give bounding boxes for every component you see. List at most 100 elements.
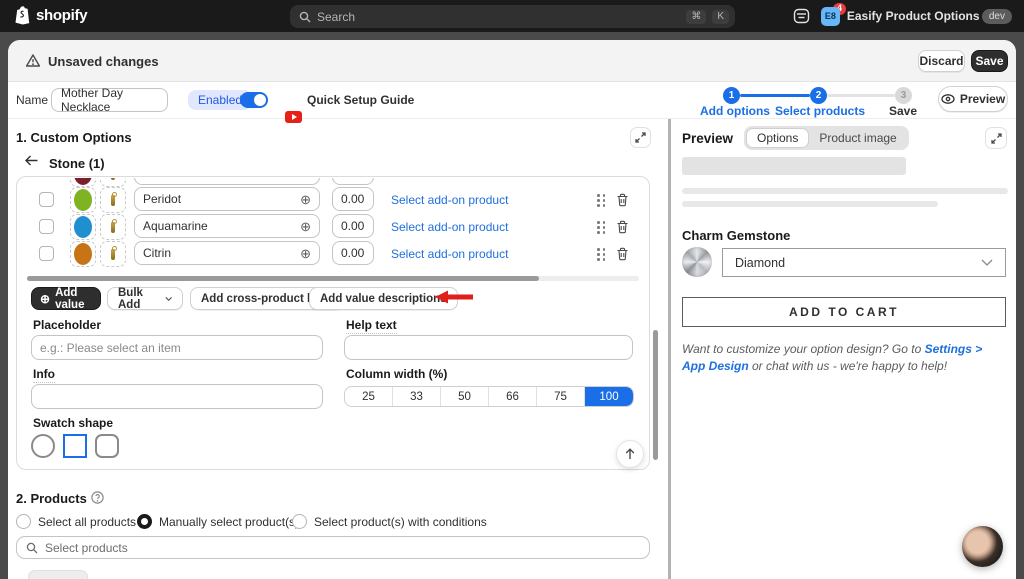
radio-conditions[interactable] xyxy=(292,514,307,529)
name-label: Name xyxy=(16,93,48,107)
value-row: Aquamarine⊕ 0.00 Select add-on product xyxy=(18,214,648,240)
value-name-input[interactable]: Citrin⊕ xyxy=(134,241,320,265)
delete-icon[interactable] xyxy=(616,247,629,261)
add-to-cart-button[interactable]: ADD TO CART xyxy=(682,297,1006,327)
placeholder-label: Placeholder xyxy=(33,318,101,332)
width-option-66[interactable]: 66 xyxy=(489,387,537,406)
values-hscroll-thumb[interactable] xyxy=(27,276,539,281)
row-checkbox[interactable] xyxy=(39,219,54,234)
option-breadcrumb[interactable]: Stone (1) xyxy=(49,156,105,171)
row-checkbox[interactable] xyxy=(39,192,54,207)
preview-button[interactable]: Preview xyxy=(938,86,1008,112)
skeleton-bar-line2 xyxy=(682,201,938,207)
tab-options[interactable]: Options xyxy=(746,128,809,148)
width-option-100[interactable]: 100 xyxy=(585,387,633,406)
swatch-shape-circle[interactable] xyxy=(31,434,55,458)
discard-button[interactable]: Discard xyxy=(918,50,965,72)
value-name-input[interactable]: Peridot⊕ xyxy=(134,187,320,211)
storefront-icon[interactable] xyxy=(793,8,810,29)
diamond-swatch-image[interactable] xyxy=(682,247,712,277)
value-price-input[interactable]: 0.00 xyxy=(332,187,374,211)
back-arrow-icon[interactable] xyxy=(25,155,38,166)
help-text-input[interactable] xyxy=(344,335,633,360)
value-row: Peridot⊕ 0.00 Select add-on product xyxy=(18,187,648,213)
save-button[interactable]: Save xyxy=(971,50,1008,72)
global-search-input[interactable]: Search ⌘ K xyxy=(290,5,735,28)
drag-handle[interactable] xyxy=(597,248,606,261)
radio-conditions-label[interactable]: Select product(s) with conditions xyxy=(314,515,487,529)
step-2-label[interactable]: Select products xyxy=(775,104,865,118)
tab-product-image[interactable]: Product image xyxy=(809,128,906,148)
option-name-input[interactable]: Mother Day Necklace xyxy=(51,88,168,112)
select-addon-link[interactable]: Select add-on product xyxy=(391,220,508,234)
support-chat-avatar[interactable] xyxy=(962,526,1003,567)
column-width-segmented-control: 25 33 50 66 75 100 xyxy=(344,386,634,407)
value-price-input[interactable] xyxy=(332,178,374,185)
value-row-partial xyxy=(18,178,648,187)
expand-icon xyxy=(635,132,646,143)
step-connector-1 xyxy=(740,94,810,97)
quick-setup-guide-link[interactable]: Quick Setup Guide xyxy=(307,93,414,107)
skeleton-bar-title xyxy=(682,157,906,175)
kbd-cmd: ⌘ xyxy=(686,10,706,24)
pendant-thumbnail[interactable] xyxy=(100,187,126,213)
preview-title: Preview xyxy=(682,131,733,146)
gem-thumbnail[interactable] xyxy=(70,187,96,213)
add-value-button[interactable]: ⊕ Add value xyxy=(31,287,101,310)
step-2-circle[interactable]: 2 xyxy=(810,87,827,104)
value-name-input[interactable] xyxy=(134,178,320,185)
banner-title: Unsaved changes xyxy=(48,54,159,69)
shopify-logo[interactable]: shopify xyxy=(14,6,87,25)
store-name: Easify Product Options (p... xyxy=(847,9,975,23)
drag-handle[interactable] xyxy=(597,221,606,234)
radio-all-products-label[interactable]: Select all products xyxy=(38,515,136,529)
column-width-label: Column width (%) xyxy=(346,367,447,381)
add-image-icon[interactable]: ⊕ xyxy=(300,247,311,260)
select-addon-link[interactable]: Select add-on product xyxy=(391,247,508,261)
add-image-icon[interactable]: ⊕ xyxy=(300,220,311,233)
select-products-placeholder: Select products xyxy=(45,541,128,555)
scroll-to-top-button[interactable] xyxy=(616,440,644,468)
gemstone-select[interactable]: Diamond xyxy=(722,248,1006,277)
placeholder-input[interactable]: e.g.: Please select an item xyxy=(31,335,323,360)
gem-thumbnail[interactable] xyxy=(70,178,96,187)
expand-preview-button[interactable] xyxy=(985,127,1007,149)
value-price-input[interactable]: 0.00 xyxy=(332,241,374,265)
help-circle-icon[interactable] xyxy=(91,491,104,504)
value-price-input[interactable]: 0.00 xyxy=(332,214,374,238)
delete-icon[interactable] xyxy=(616,220,629,234)
step-connector-2 xyxy=(827,94,895,97)
bulk-add-button[interactable]: Bulk Add xyxy=(107,287,183,310)
swatch-shape-square[interactable] xyxy=(63,434,87,458)
radio-manual-select-label[interactable]: Manually select product(s) xyxy=(159,515,299,529)
delete-icon[interactable] xyxy=(616,193,629,207)
expand-options-button[interactable] xyxy=(630,127,651,148)
row-checkbox[interactable] xyxy=(39,246,54,261)
pendant-thumbnail[interactable] xyxy=(100,214,126,240)
step-1-circle[interactable]: 1 xyxy=(723,87,740,104)
width-option-50[interactable]: 50 xyxy=(441,387,489,406)
swatch-shape-rounded[interactable] xyxy=(95,434,119,458)
pendant-thumbnail[interactable] xyxy=(100,241,126,267)
radio-all-products[interactable] xyxy=(16,514,31,529)
step-1-label[interactable]: Add options xyxy=(700,104,770,118)
drag-handle[interactable] xyxy=(597,194,606,207)
select-products-input[interactable]: Select products xyxy=(16,536,650,559)
pendant-thumbnail[interactable] xyxy=(100,178,126,187)
select-addon-link[interactable]: Select add-on product xyxy=(391,193,508,207)
width-option-25[interactable]: 25 xyxy=(345,387,393,406)
enabled-toggle[interactable] xyxy=(240,92,268,108)
gem-thumbnail[interactable] xyxy=(70,241,96,267)
width-option-33[interactable]: 33 xyxy=(393,387,441,406)
left-panel-scrollbar[interactable] xyxy=(653,330,658,460)
value-name-input[interactable]: Aquamarine⊕ xyxy=(134,214,320,238)
step-3-label: Save xyxy=(889,104,917,118)
radio-manual-select[interactable] xyxy=(137,514,152,529)
gem-thumbnail[interactable] xyxy=(70,214,96,240)
swatch-shape-label: Swatch shape xyxy=(33,416,113,430)
search-icon xyxy=(26,542,38,554)
add-image-icon[interactable]: ⊕ xyxy=(300,193,311,206)
width-option-75[interactable]: 75 xyxy=(537,387,585,406)
info-input[interactable] xyxy=(31,384,323,409)
store-menu[interactable]: E8 Easify Product Options (p... dev xyxy=(815,4,1018,28)
